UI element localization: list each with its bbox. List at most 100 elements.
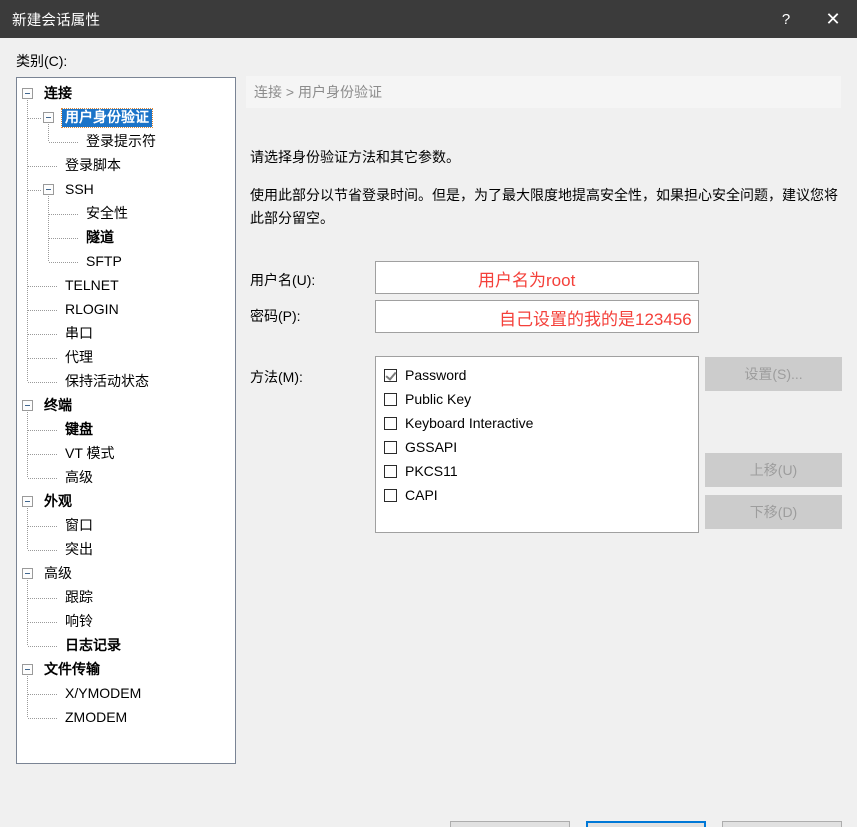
tree-item[interactable]: 键盘	[17, 418, 235, 442]
tree-item-label: 隧道	[86, 228, 114, 245]
category-tree: 连接用户身份验证登录提示符登录脚本 SSH 安全性隧道 SFTP TELNET RLOGI…	[17, 78, 235, 730]
method-item[interactable]: Public Key	[384, 387, 698, 411]
tree-item[interactable]: 日志记录	[17, 634, 235, 658]
description-primary: 请选择身份验证方法和其它参数。	[250, 149, 460, 165]
close-icon[interactable]: ✕	[809, 0, 857, 38]
username-label: 用户名(U):	[250, 272, 316, 288]
description-secondary: 使用此部分以节省登录时间。但是，为了最大限度地提高安全性，如果担心安全问题，建议…	[250, 187, 838, 226]
tree-item-label: 键盘	[65, 420, 93, 437]
tree-item-label: 高级	[44, 564, 72, 581]
tree-item[interactable]: 保持活动状态	[17, 370, 235, 394]
tree-item-label: 终端	[44, 396, 72, 413]
tree-item[interactable]: TELNET	[17, 274, 235, 298]
tree-collapse-icon[interactable]	[43, 112, 54, 123]
tree-item[interactable]: 突出	[17, 538, 235, 562]
method-label: Keyboard Interactive	[405, 415, 534, 431]
tree-item-label: 连接	[44, 84, 72, 101]
tree-item-label: 突出	[65, 540, 93, 557]
tree-item[interactable]: 终端	[17, 394, 235, 418]
tree-item[interactable]: ZMODEM	[17, 706, 235, 730]
move-down-button[interactable]: 下移(D)	[705, 495, 842, 529]
method-item[interactable]: GSSAPI	[384, 435, 698, 459]
connect-button[interactable]: 连接	[450, 821, 570, 827]
tree-item-label: TELNET	[65, 276, 119, 293]
tree-item-label: ZMODEM	[65, 708, 128, 725]
tree-item-label: 安全性	[86, 204, 128, 221]
tree-item[interactable]: 登录提示符	[17, 130, 235, 154]
tree-item[interactable]: 高级	[17, 466, 235, 490]
tree-item-label: 外观	[44, 492, 72, 509]
help-icon[interactable]: ?	[763, 0, 809, 38]
tree-item[interactable]: 高级	[17, 562, 235, 586]
tree-item-label: 登录提示符	[86, 132, 156, 149]
checkbox-icon[interactable]	[384, 416, 397, 430]
tree-collapse-icon[interactable]	[22, 496, 33, 507]
tree-item[interactable]: 隧道	[17, 226, 235, 250]
tree-item[interactable]: 代理	[17, 346, 235, 370]
breadcrumb-text: 连接 > 用户身份验证	[254, 84, 382, 100]
ok-button[interactable]: 确定	[586, 821, 706, 827]
move-up-button[interactable]: 上移(U)	[705, 453, 842, 487]
methods-list[interactable]: Password Public Key Keyboard Interactive GS…	[375, 356, 699, 533]
method-item[interactable]: Keyboard Interactive	[384, 411, 698, 435]
checkbox-checked-icon[interactable]	[384, 368, 397, 382]
tree-item-label: 跟踪	[65, 588, 93, 605]
tree-item[interactable]: 文件传输	[17, 658, 235, 682]
tree-item-label: X/YMODEM	[65, 684, 142, 701]
password-label: 密码(P):	[250, 308, 301, 324]
tree-item-label: 文件传输	[44, 660, 100, 677]
tree-collapse-icon[interactable]	[43, 184, 54, 195]
checkbox-icon[interactable]	[384, 488, 397, 502]
tree-collapse-icon[interactable]	[22, 568, 33, 579]
username-input[interactable]	[375, 261, 699, 294]
tree-item-label: 窗口	[65, 516, 93, 533]
checkbox-icon[interactable]	[384, 392, 397, 406]
tree-item[interactable]: 登录脚本	[17, 154, 235, 178]
method-item[interactable]: CAPI	[384, 483, 698, 507]
window-title: 新建会话属性	[12, 12, 101, 29]
title-bar: 新建会话属性 ? ✕	[0, 0, 857, 38]
tree-item[interactable]: RLOGIN	[17, 298, 235, 322]
tree-item[interactable]: X/YMODEM	[17, 682, 235, 706]
tree-item[interactable]: 跟踪	[17, 586, 235, 610]
tree-item[interactable]: 安全性	[17, 202, 235, 226]
tree-item-label: SFTP	[86, 252, 122, 269]
breadcrumb: 连接 > 用户身份验证	[246, 76, 841, 108]
method-item[interactable]: Password	[384, 363, 698, 387]
tree-item[interactable]: 外观	[17, 490, 235, 514]
tree-item[interactable]: VT 模式	[17, 442, 235, 466]
methods-label: 方法(M):	[250, 369, 303, 385]
tree-item-label: 用户身份验证	[61, 107, 153, 129]
tree-item[interactable]: 连接	[17, 82, 235, 106]
tree-item[interactable]: 响铃	[17, 610, 235, 634]
category-label: 类别(C):	[16, 53, 68, 69]
method-label: Password	[405, 367, 467, 383]
tree-item[interactable]: SSH	[17, 178, 235, 202]
tree-item[interactable]: 串口	[17, 322, 235, 346]
method-label: Public Key	[405, 391, 472, 407]
tree-item-label: 代理	[65, 348, 93, 365]
tree-item-label: VT 模式	[65, 444, 115, 461]
tree-item[interactable]: SFTP	[17, 250, 235, 274]
password-input[interactable]	[375, 300, 699, 333]
tree-item-label: 高级	[65, 468, 93, 485]
tree-item[interactable]: 用户身份验证	[17, 106, 235, 130]
method-item[interactable]: PKCS11	[384, 459, 698, 483]
method-label: CAPI	[405, 487, 438, 503]
tree-item-label: 响铃	[65, 612, 93, 629]
tree-item-label: SSH	[65, 180, 94, 197]
method-label: PKCS11	[405, 463, 458, 479]
tree-item-label: 保持活动状态	[65, 372, 149, 389]
tree-collapse-icon[interactable]	[22, 88, 33, 99]
session-properties-dialog: 新建会话属性 ? ✕ 类别(C): 连接 用户身份验证 登录提示符 登录脚本 SSH 安全…	[0, 0, 857, 827]
tree-item[interactable]: 窗口	[17, 514, 235, 538]
settings-button[interactable]: 设置(S)...	[705, 357, 842, 391]
checkbox-icon[interactable]	[384, 464, 397, 478]
tree-item-label: 日志记录	[65, 636, 121, 653]
category-tree-panel[interactable]: 连接用户身份验证登录提示符登录脚本 SSH 安全性隧道 SFTP TELNET RLOGI…	[16, 77, 236, 764]
tree-item-label: RLOGIN	[65, 300, 119, 317]
tree-collapse-icon[interactable]	[22, 400, 33, 411]
checkbox-icon[interactable]	[384, 440, 397, 454]
tree-collapse-icon[interactable]	[22, 664, 33, 675]
cancel-button[interactable]: 取消	[722, 821, 842, 827]
